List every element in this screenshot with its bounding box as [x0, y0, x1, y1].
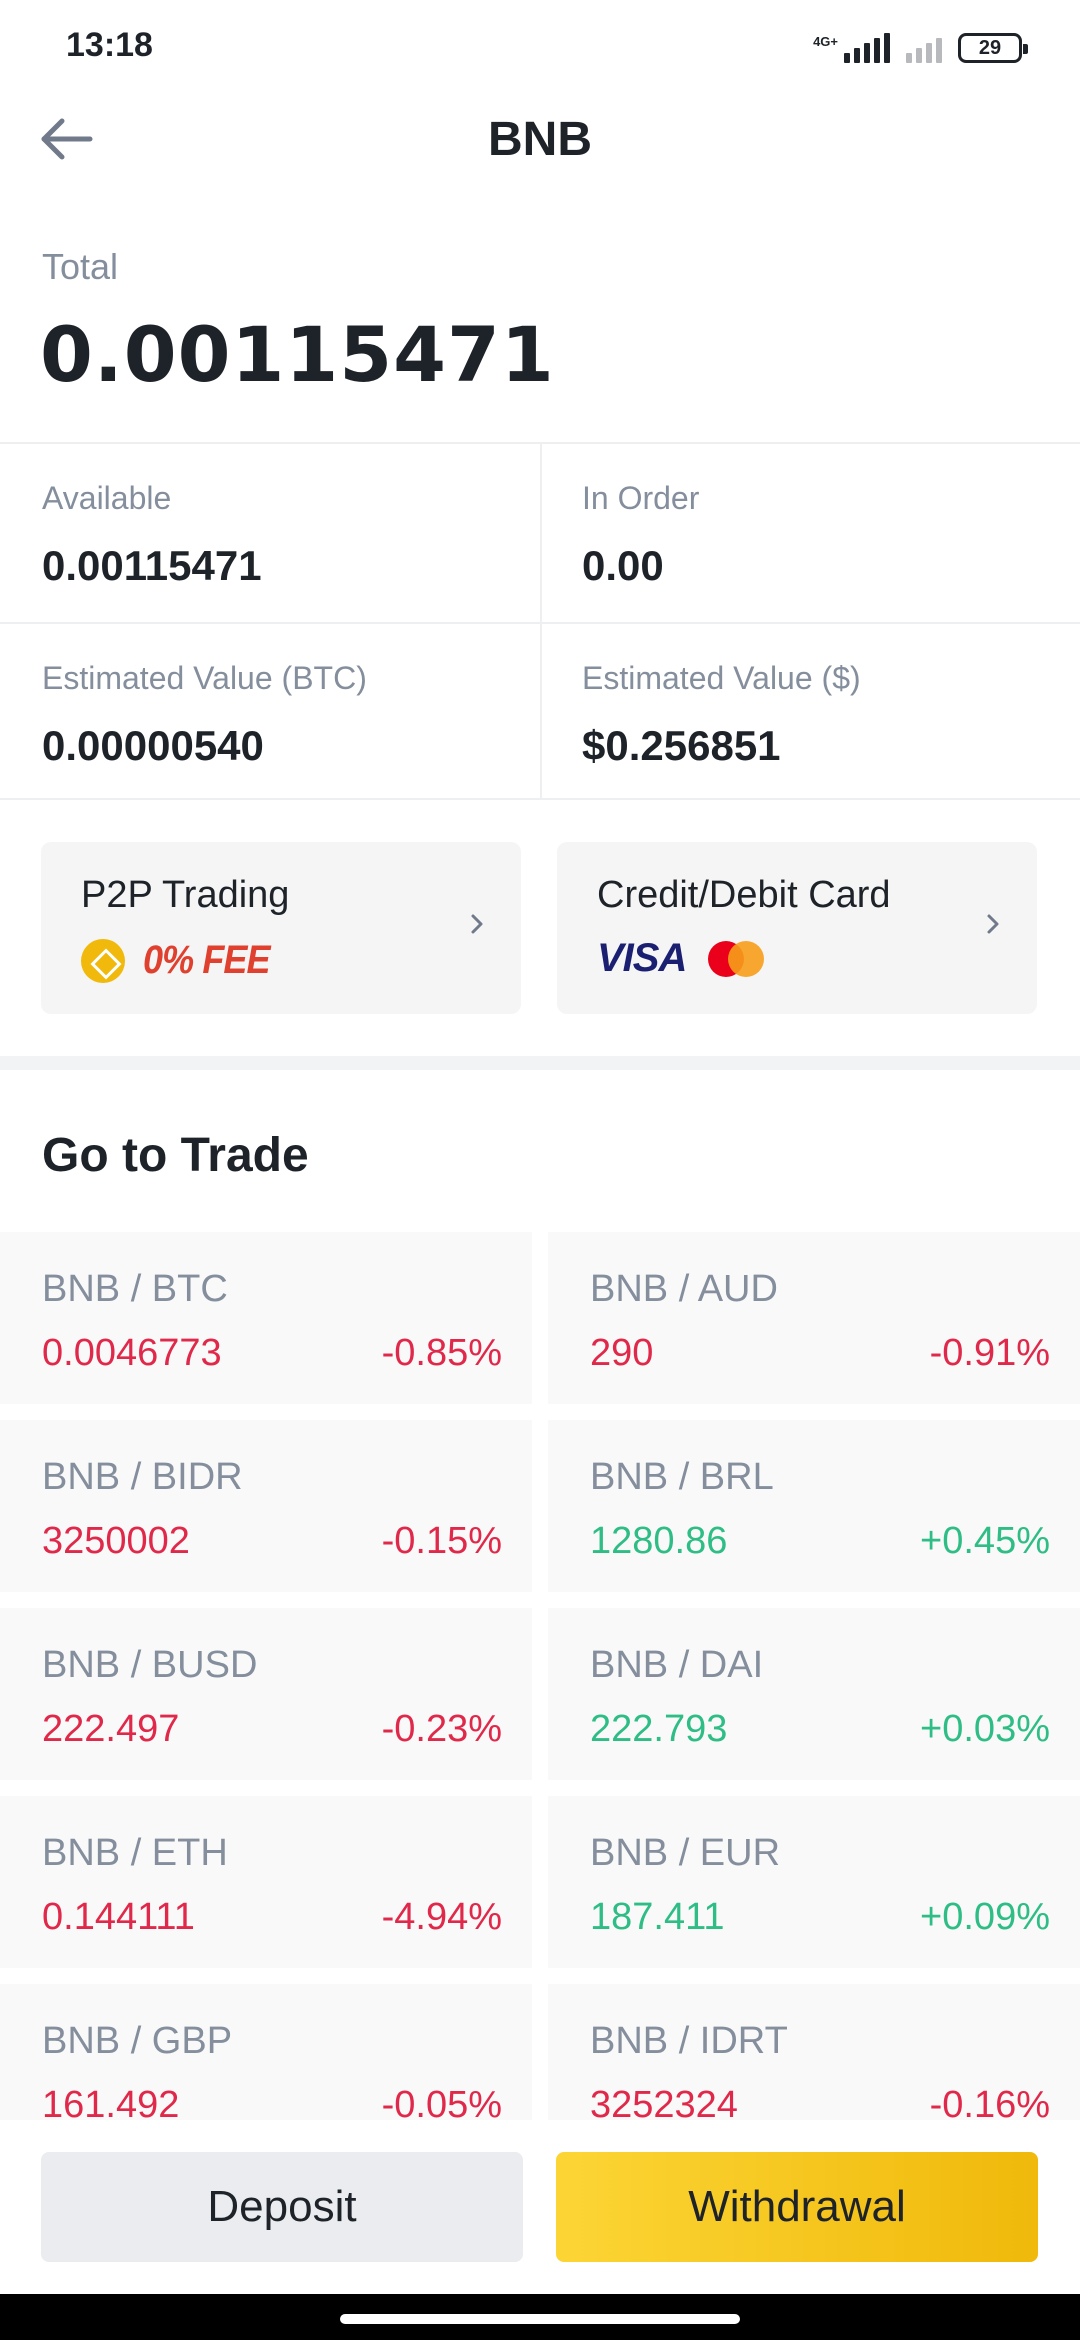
pair-name: BNB / BUSD [42, 1644, 258, 1686]
available-value: 0.00115471 [42, 542, 262, 589]
est-btc-cell: Estimated Value (BTC) 0.00000540 [0, 624, 540, 802]
est-usd-value: $0.256851 [582, 722, 781, 769]
pair-change: -0.85% [381, 1332, 502, 1374]
battery-level: 29 [978, 36, 1002, 59]
total-label: Total [42, 246, 119, 287]
pair-change: -0.16% [929, 2084, 1050, 2120]
status-time: 13:18 [66, 26, 153, 64]
trade-pair-card[interactable]: BNB / BTC 0.0046773 -0.85% [0, 1232, 532, 1404]
est-usd-cell: Estimated Value ($) $0.256851 [540, 624, 1080, 802]
p2p-trading-title: P2P Trading [81, 874, 290, 916]
trade-pair-card[interactable]: BNB / BUSD 222.497 -0.23% [0, 1608, 532, 1780]
bnb-coin-icon [81, 938, 125, 983]
pair-name: BNB / EUR [590, 1832, 781, 1874]
total-value: 0.00115471 [40, 310, 555, 399]
card-logos: VISA [597, 936, 765, 981]
bottom-action-bar: Deposit Withdrawal [0, 2120, 1080, 2294]
est-usd-label: Estimated Value ($) [582, 660, 861, 696]
pair-name: BNB / ETH [42, 1832, 228, 1874]
trade-pair-card[interactable]: BNB / AUD 290 -0.91% [548, 1232, 1080, 1404]
credit-debit-title: Credit/Debit Card [597, 874, 891, 916]
pair-price: 3250002 [42, 1520, 190, 1562]
trade-pair-card[interactable]: BNB / GBP 161.492 -0.05% [0, 1984, 532, 2120]
trade-pair-card[interactable]: BNB / EUR 187.411 +0.09% [548, 1796, 1080, 1968]
pair-price: 290 [590, 1332, 654, 1374]
signal-sim2-icon [906, 33, 942, 63]
est-btc-label: Estimated Value (BTC) [42, 660, 367, 696]
pair-name: BNB / IDRT [590, 2020, 788, 2062]
signal-strength-icon [844, 33, 890, 63]
available-label: Available [42, 480, 172, 516]
divider [0, 622, 1080, 624]
page-title: BNB [488, 113, 592, 166]
in-order-cell: In Order 0.00 [540, 444, 1080, 622]
pair-change: +0.45% [920, 1520, 1050, 1562]
pair-name: BNB / AUD [590, 1268, 778, 1310]
pair-price: 3252324 [590, 2084, 738, 2120]
pair-price: 1280.86 [590, 1520, 728, 1562]
trade-pairs-grid: BNB / BTC 0.0046773 -0.85% BNB / AUD 290… [0, 1232, 1080, 2120]
system-nav-bar [0, 2294, 1080, 2340]
trade-pair-card[interactable]: BNB / DAI 222.793 +0.03% [548, 1608, 1080, 1780]
pair-change: -0.05% [381, 2084, 502, 2120]
pair-name: BNB / BTC [42, 1268, 228, 1310]
pair-change: -0.23% [381, 1708, 502, 1750]
est-btc-value: 0.00000540 [42, 722, 264, 769]
available-cell: Available 0.00115471 [0, 444, 540, 622]
go-to-trade-heading: Go to Trade [42, 1129, 309, 1182]
visa-logo: VISA [597, 936, 687, 980]
pair-change: +0.03% [920, 1708, 1050, 1750]
in-order-label: In Order [582, 480, 700, 516]
status-icons: 4G+ 29 [813, 28, 1028, 68]
pair-change: -0.15% [381, 1520, 502, 1562]
in-order-value: 0.00 [582, 542, 664, 589]
pair-name: BNB / BRL [590, 1456, 774, 1498]
p2p-fee-row: 0% FEE [81, 938, 284, 983]
p2p-trading-card[interactable]: P2P Trading 0% FEE [41, 842, 521, 1014]
pair-name: BNB / BIDR [42, 1456, 243, 1498]
pair-name: BNB / DAI [590, 1644, 764, 1686]
header: BNB [0, 96, 1080, 184]
deposit-button[interactable]: Deposit [41, 2152, 523, 2262]
pair-price: 0.0046773 [42, 1332, 222, 1374]
home-indicator[interactable] [340, 2314, 740, 2324]
mastercard-icon [708, 940, 765, 977]
balance-details: Available 0.00115471 In Order 0.00 Estim… [0, 442, 1080, 800]
trade-pair-card[interactable]: BNB / IDRT 3252324 -0.16% [548, 1984, 1080, 2120]
pair-price: 0.144111 [42, 1896, 195, 1938]
pair-name: BNB / GBP [42, 2020, 233, 2062]
pair-price: 222.793 [590, 1708, 728, 1750]
credit-debit-card[interactable]: Credit/Debit Card VISA [557, 842, 1037, 1014]
pair-change: +0.09% [920, 1896, 1050, 1938]
pair-change: -0.91% [929, 1332, 1050, 1374]
section-separator [0, 1056, 1080, 1070]
trade-pair-card[interactable]: BNB / ETH 0.144111 -4.94% [0, 1796, 532, 1968]
pair-price: 222.497 [42, 1708, 180, 1750]
trade-pair-card[interactable]: BNB / BIDR 3250002 -0.15% [0, 1420, 532, 1592]
asset-detail-screen: 13:18 4G+ 29 BNB Total 0.00115471 Availa… [0, 0, 1080, 2340]
battery-icon: 29 [958, 33, 1028, 63]
pair-price: 161.492 [42, 2084, 180, 2120]
p2p-fee-badge: 0% FEE [143, 938, 271, 982]
pair-price: 187.411 [590, 1896, 725, 1938]
withdrawal-button[interactable]: Withdrawal [556, 2152, 1038, 2262]
chevron-right-icon [471, 914, 483, 934]
chevron-right-icon [987, 914, 999, 934]
network-type: 4G+ [813, 33, 838, 49]
status-bar: 13:18 4G+ 29 [0, 0, 1080, 96]
pair-change: -4.94% [381, 1896, 502, 1938]
trade-pair-card[interactable]: BNB / BRL 1280.86 +0.45% [548, 1420, 1080, 1592]
